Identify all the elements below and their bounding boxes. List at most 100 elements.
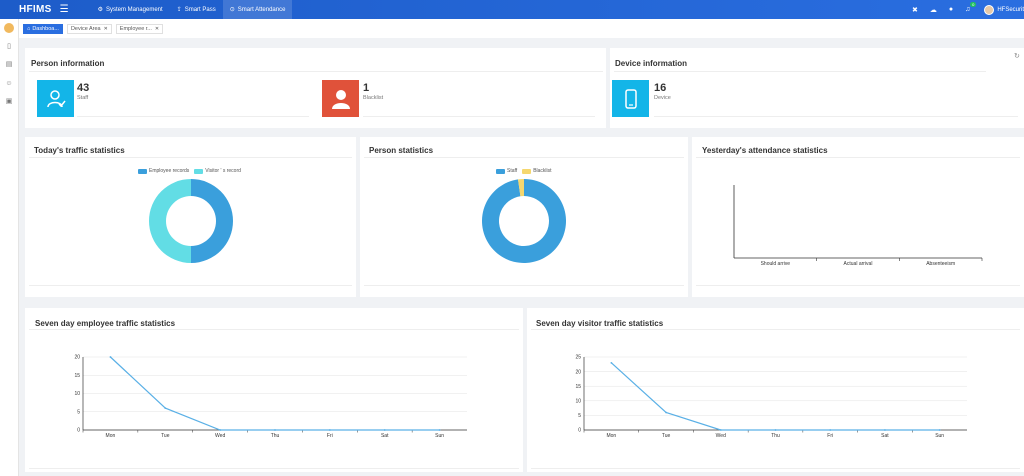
divider bbox=[29, 285, 352, 286]
legend-item[interactable]: Blacklist bbox=[522, 168, 552, 174]
top-navigation-bar: HFIMS ☰ ⚙ System Management ⇪ Smart Pass… bbox=[0, 0, 1024, 19]
user-avatar[interactable] bbox=[984, 4, 995, 15]
sidebar-avatar[interactable] bbox=[4, 23, 14, 33]
skin-icon[interactable]: ☁ bbox=[930, 6, 937, 14]
y-tick-label: 0 bbox=[578, 428, 581, 434]
legend-item[interactable]: Employee records bbox=[138, 168, 189, 174]
donut-slice[interactable] bbox=[191, 179, 233, 263]
brand-logo: HFIMS bbox=[19, 4, 52, 15]
y-tick-label: 0 bbox=[77, 428, 80, 434]
data-point[interactable] bbox=[610, 361, 613, 364]
data-point[interactable] bbox=[438, 429, 441, 431]
legend-label: Employee records bbox=[149, 168, 190, 174]
staff-label: Staff bbox=[77, 95, 89, 101]
refresh-icon[interactable]: ↻ bbox=[1014, 52, 1020, 60]
home-icon: ⌂ bbox=[27, 25, 31, 32]
chart-legend: Employee records Visitor ' s record bbox=[138, 168, 246, 174]
divider bbox=[531, 468, 1020, 469]
nav-label: Smart Attendance bbox=[237, 6, 286, 13]
employee-week-panel: Seven day employee traffic statistics 05… bbox=[25, 308, 523, 472]
data-point[interactable] bbox=[884, 429, 886, 431]
staff-count: 43 bbox=[77, 82, 90, 94]
menu-toggle-icon[interactable]: ☰ bbox=[60, 4, 69, 15]
staff-tile bbox=[37, 80, 74, 117]
x-tick-label: Thu bbox=[271, 433, 280, 439]
data-point[interactable] bbox=[829, 429, 832, 431]
y-tick-label: 15 bbox=[575, 384, 581, 390]
person-statistics-panel: Person statistics Staff Blacklist bbox=[360, 137, 688, 297]
tab-label: Device Area bbox=[70, 25, 101, 32]
calculator-icon[interactable]: ▤ bbox=[5, 61, 13, 69]
close-icon[interactable]: ✕ bbox=[155, 24, 159, 34]
x-tick-label: Tue bbox=[161, 433, 170, 439]
x-tick-label: Should arrive bbox=[761, 261, 791, 267]
smile-icon[interactable]: ☺ bbox=[5, 80, 13, 88]
data-point[interactable] bbox=[383, 429, 386, 431]
nav-smart-attendance[interactable]: ⊙ Smart Attendance bbox=[222, 0, 293, 19]
tab-employee-records[interactable]: Employee r... ✕ bbox=[115, 23, 164, 34]
legend-item[interactable]: Staff bbox=[496, 168, 517, 174]
legend-label: Visitor ' s record bbox=[205, 168, 241, 174]
grid-icon[interactable]: ▣ bbox=[5, 98, 13, 106]
divider bbox=[614, 71, 986, 72]
notification-bell-icon[interactable]: ♫ 0 bbox=[965, 2, 977, 13]
y-tick-label: 20 bbox=[74, 355, 80, 361]
data-point[interactable] bbox=[665, 411, 667, 414]
divider bbox=[77, 116, 309, 117]
username[interactable]: HFSecurit bbox=[997, 7, 1024, 13]
x-tick-label: Fri bbox=[327, 433, 333, 439]
divider bbox=[29, 157, 352, 158]
document-icon[interactable]: ▯ bbox=[5, 43, 13, 51]
x-tick-label: Thu bbox=[771, 433, 780, 439]
x-tick-label: Absenteeism bbox=[926, 261, 955, 267]
data-point[interactable] bbox=[719, 429, 722, 431]
tab-dashboard[interactable]: ⌂ Dashboa... bbox=[23, 23, 63, 34]
page-tab-bar: ⌂ Dashboa... Device Area ✕ Employee r...… bbox=[19, 19, 1024, 38]
visitor-week-panel: Seven day visitor traffic statistics 051… bbox=[527, 308, 1024, 472]
close-icon[interactable]: ✕ bbox=[104, 24, 108, 34]
series-line bbox=[610, 362, 940, 431]
data-point[interactable] bbox=[274, 429, 276, 431]
signpost-icon: ⇪ bbox=[176, 7, 182, 13]
divider bbox=[29, 468, 519, 469]
panel-title: Today's traffic statistics bbox=[34, 146, 125, 155]
donut-slice[interactable] bbox=[482, 179, 566, 263]
chart-legend: Staff Blacklist bbox=[496, 168, 557, 174]
x-tick-label: Wed bbox=[716, 433, 726, 439]
nav-smart-pass[interactable]: ⇪ Smart Pass bbox=[170, 0, 223, 19]
visitor-line-chart: 0 5 10 15 20 25 Mon Tue Wed Thu Fri Sat Sun bbox=[575, 355, 967, 439]
nav-system-management[interactable]: ⚙ System Management bbox=[91, 0, 170, 19]
notification-badge: 0 bbox=[970, 2, 977, 7]
x-tick-label: Mon bbox=[606, 433, 616, 439]
employee-line-chart: 0 5 10 15 20 Mon Tue Wed Thu Fri Sat Sun bbox=[74, 355, 467, 439]
fullscreen-icon[interactable]: ✖ bbox=[912, 6, 918, 14]
nav-label: Smart Pass bbox=[184, 6, 216, 13]
legend-item[interactable]: Visitor ' s record bbox=[194, 168, 241, 174]
x-tick-label: Sat bbox=[881, 433, 889, 439]
blacklist-count: 1 bbox=[363, 82, 370, 94]
top-right-tools: ✖ ☁ ● ♫ 0 HFSecurit bbox=[906, 0, 1024, 19]
legend-swatch bbox=[194, 168, 204, 174]
data-point[interactable] bbox=[774, 429, 777, 431]
data-point[interactable] bbox=[938, 429, 941, 431]
donut-slice[interactable] bbox=[518, 179, 524, 197]
x-tick-label: Sun bbox=[935, 433, 944, 439]
divider bbox=[364, 285, 684, 286]
legend-swatch bbox=[138, 168, 147, 174]
staff-user-icon bbox=[46, 89, 66, 107]
panel-title: Person statistics bbox=[369, 146, 434, 155]
location-icon: ⊙ bbox=[229, 7, 235, 13]
data-point[interactable] bbox=[164, 407, 167, 409]
data-point[interactable] bbox=[219, 429, 222, 431]
main-nav: ⚙ System Management ⇪ Smart Pass ⊙ Smart… bbox=[91, 0, 293, 19]
tab-device-area[interactable]: Device Area ✕ bbox=[66, 23, 112, 34]
device-count: 16 bbox=[654, 82, 667, 94]
donut-slice[interactable] bbox=[149, 179, 191, 263]
settings-icon[interactable]: ● bbox=[949, 6, 953, 13]
x-tick-label: Sun bbox=[435, 433, 444, 439]
data-point[interactable] bbox=[328, 429, 331, 431]
person-information-panel: Person information 43 Staff 1 Blacklist bbox=[25, 48, 606, 128]
legend-swatch bbox=[522, 168, 532, 174]
data-point[interactable] bbox=[109, 356, 112, 358]
y-tick-label: 20 bbox=[575, 369, 581, 375]
